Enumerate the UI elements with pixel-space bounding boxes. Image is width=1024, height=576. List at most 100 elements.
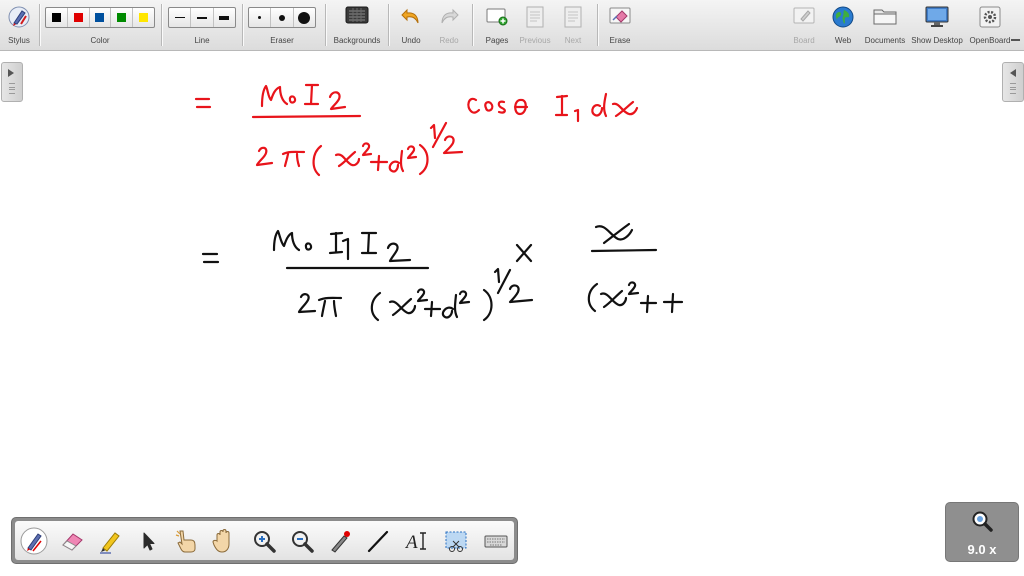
zoom-in-icon (254, 531, 276, 553)
undo-icon (401, 8, 419, 24)
color-blue[interactable] (90, 8, 112, 27)
line-tool[interactable] (363, 526, 393, 556)
monitor-icon (925, 6, 949, 27)
whiteboard-canvas[interactable] (0, 51, 1024, 576)
backgrounds-button[interactable]: Backgrounds (331, 0, 383, 50)
add-page-icon (486, 8, 508, 26)
arrow-cursor-icon (143, 532, 155, 551)
show-desktop-button[interactable]: Show Desktop (909, 0, 965, 50)
toolbar-separator (242, 4, 243, 46)
toolbar-separator (472, 4, 473, 46)
openboard-button[interactable]: OpenBoard (967, 0, 1013, 50)
laser-pointer-icon (331, 531, 350, 553)
undo-label: Undo (401, 36, 421, 45)
handwriting-black (201, 222, 684, 322)
web-label: Web (834, 36, 852, 45)
next-button[interactable]: Next (556, 0, 590, 50)
line-thick[interactable] (214, 8, 235, 27)
redo-button[interactable]: Redo (433, 0, 465, 50)
svg-text:A: A (404, 532, 418, 553)
tool-palette-inner: A (15, 521, 514, 560)
text-tool[interactable]: A (403, 526, 433, 556)
erase-button[interactable]: Erase (603, 0, 637, 50)
eraser-label: Eraser (270, 36, 294, 45)
board-icon (793, 7, 815, 24)
color-green[interactable] (111, 8, 134, 27)
selector-tool[interactable] (133, 526, 163, 556)
previous-label: Previous (519, 36, 551, 45)
openboard-label: OpenBoard (969, 36, 1011, 45)
show-desktop-label: Show Desktop (911, 36, 963, 45)
highlighter-icon (100, 532, 120, 554)
erase-page-icon (609, 7, 631, 24)
backgrounds-label: Backgrounds (333, 36, 381, 45)
eraser-medium[interactable] (271, 8, 294, 27)
pointer-tool[interactable] (171, 526, 201, 556)
marker-tool[interactable] (95, 526, 125, 556)
erase-label: Erase (609, 36, 631, 45)
toolbar-separator (325, 4, 326, 46)
documents-button[interactable]: Documents (862, 0, 908, 50)
globe-icon (832, 6, 854, 28)
screen-capture-icon (445, 531, 467, 552)
color-group: Color (44, 0, 156, 50)
eraser-small[interactable] (249, 8, 272, 27)
eraser-large[interactable] (294, 8, 315, 27)
line-thin[interactable] (169, 8, 192, 27)
top-toolbar: Stylus Color Line Eraser Backgrounds Und… (0, 0, 1024, 51)
zoom-magnifier-icon (972, 511, 993, 532)
pages-button[interactable]: Pages (480, 0, 514, 50)
line-medium[interactable] (191, 8, 214, 27)
previous-page-icon (526, 6, 544, 28)
hand-tool[interactable] (209, 526, 239, 556)
tool-palette: A (11, 517, 518, 564)
documents-label: Documents (864, 36, 906, 45)
color-black[interactable] (46, 8, 68, 27)
toolbar-separator (597, 4, 598, 46)
settings-gear-icon (979, 6, 1001, 28)
eraser-tool[interactable] (57, 526, 87, 556)
next-page-icon (564, 6, 582, 28)
redo-icon (441, 8, 459, 24)
previous-button[interactable]: Previous (516, 0, 554, 50)
window-minimize-icon[interactable] (1011, 36, 1021, 42)
board-label: Board (793, 36, 815, 45)
toolbar-separator (161, 4, 162, 46)
stylus-button[interactable]: Stylus (2, 0, 36, 50)
hand-icon (212, 529, 230, 553)
zoom-in-tool[interactable] (249, 526, 279, 556)
pen-icon (20, 527, 48, 555)
handwriting-red (194, 83, 639, 177)
capture-tool[interactable] (441, 526, 471, 556)
line-icon (367, 530, 389, 553)
next-label: Next (564, 36, 582, 45)
eraser-size-selector (248, 7, 316, 28)
redo-label: Redo (439, 36, 459, 45)
pointing-hand-icon (175, 530, 196, 553)
zoom-value: 9.0 x (967, 542, 997, 557)
folder-icon (873, 9, 897, 25)
stylus-label: Stylus (8, 36, 30, 45)
zoom-out-icon (292, 531, 314, 553)
zoom-out-tool[interactable] (287, 526, 317, 556)
text-icon: A (404, 532, 426, 553)
stylus-icon (8, 6, 30, 28)
color-red[interactable] (68, 8, 90, 27)
color-label: Color (90, 36, 110, 45)
pen-tool[interactable] (19, 526, 49, 556)
undo-button[interactable]: Undo (395, 0, 427, 50)
zoom-indicator[interactable]: 9.0 x (945, 502, 1019, 562)
eraser-group: Eraser (247, 0, 317, 50)
keyboard-icon (484, 535, 508, 548)
web-button[interactable]: Web (826, 0, 860, 50)
color-yellow[interactable] (133, 8, 154, 27)
laser-pointer-tool[interactable] (325, 526, 355, 556)
virtual-keyboard-tool[interactable] (481, 526, 511, 556)
color-selector (45, 7, 155, 28)
board-button[interactable]: Board (787, 0, 821, 50)
line-width-selector (168, 7, 236, 28)
toolbar-separator (39, 4, 40, 46)
line-group: Line (167, 0, 237, 50)
backgrounds-icon (345, 6, 369, 24)
pages-label: Pages (485, 36, 509, 45)
